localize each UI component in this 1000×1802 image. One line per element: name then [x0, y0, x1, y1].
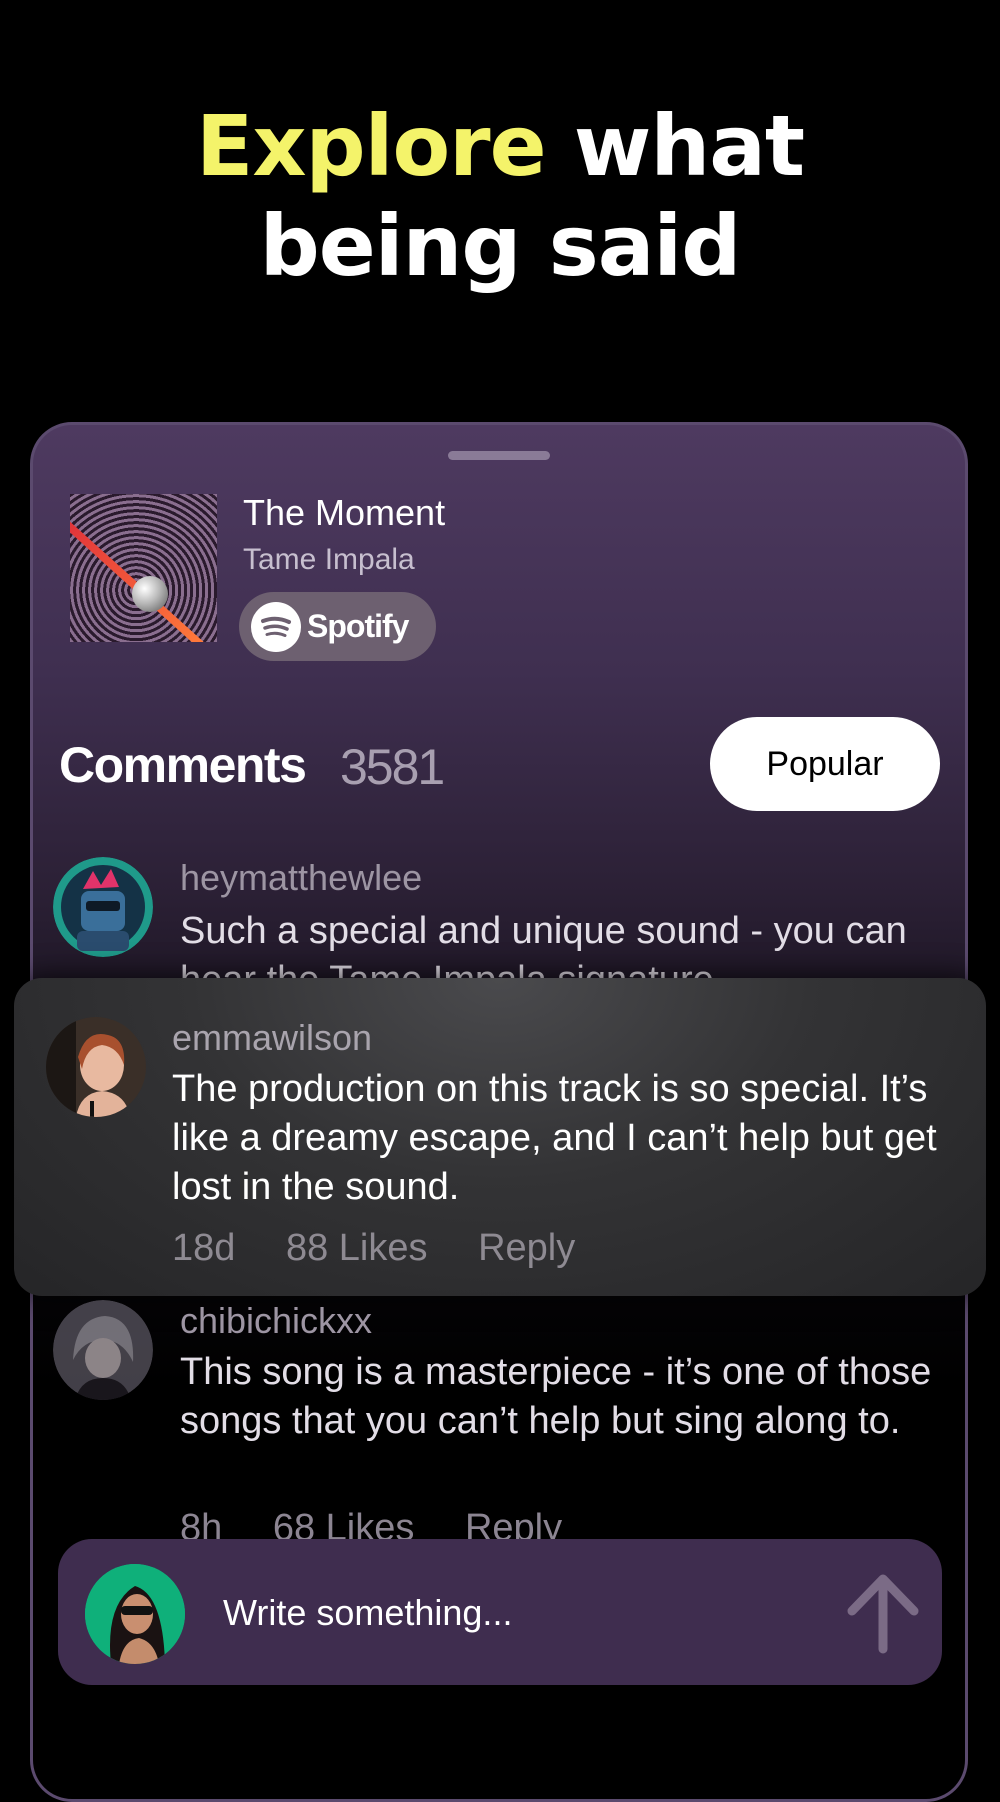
comment-username[interactable]: heymatthewlee: [180, 857, 422, 899]
comments-count: 3581: [340, 739, 445, 795]
sheet-drag-handle[interactable]: [448, 451, 550, 460]
current-user-avatar: [85, 1564, 185, 1664]
comments-heading: Comments: [59, 737, 307, 793]
comment-input[interactable]: [221, 1583, 845, 1643]
comment-text: Such a special and unique sound - you ca…: [180, 910, 907, 987]
album-art: [70, 494, 217, 642]
comment-item: chibichickxx This song is a masterpiece …: [53, 1300, 953, 1545]
reply-button[interactable]: Reply: [478, 1227, 575, 1269]
headline-line-2: being said: [259, 197, 742, 295]
comment-text: This song is a masterpiece - it’s one of…: [180, 1351, 932, 1442]
comment-item: heymatthewlee Such a special and unique …: [53, 857, 953, 987]
song-artist[interactable]: Tame Impala: [243, 543, 415, 577]
comment-age: 18d: [172, 1227, 236, 1269]
spotify-label: Spotify: [307, 608, 409, 644]
spotify-icon: [251, 601, 301, 652]
comment-meta: 18d 88 Likes Reply: [172, 1227, 615, 1270]
spotify-button[interactable]: Spotify: [239, 592, 436, 661]
comment-text: The production on this track is so speci…: [172, 1068, 937, 1208]
headline: Explore what being said: [0, 96, 1000, 296]
comment-username[interactable]: chibichickxx: [180, 1300, 372, 1342]
song-title: The Moment: [243, 492, 446, 533]
avatar[interactable]: [53, 1300, 153, 1400]
avatar[interactable]: [53, 857, 153, 957]
arrow-up-icon: [838, 1574, 928, 1660]
sort-popular-button[interactable]: Popular: [710, 717, 940, 811]
send-button[interactable]: [838, 1567, 928, 1657]
headline-accent: Explore: [195, 97, 547, 195]
comment-username[interactable]: emmawilson: [172, 1017, 372, 1059]
headline-rest: what: [545, 97, 805, 195]
comment-likes[interactable]: 88 Likes: [286, 1227, 428, 1269]
headline-line-1: Explore what: [0, 96, 1000, 196]
avatar[interactable]: [46, 1017, 146, 1117]
comment-composer: [58, 1539, 942, 1685]
